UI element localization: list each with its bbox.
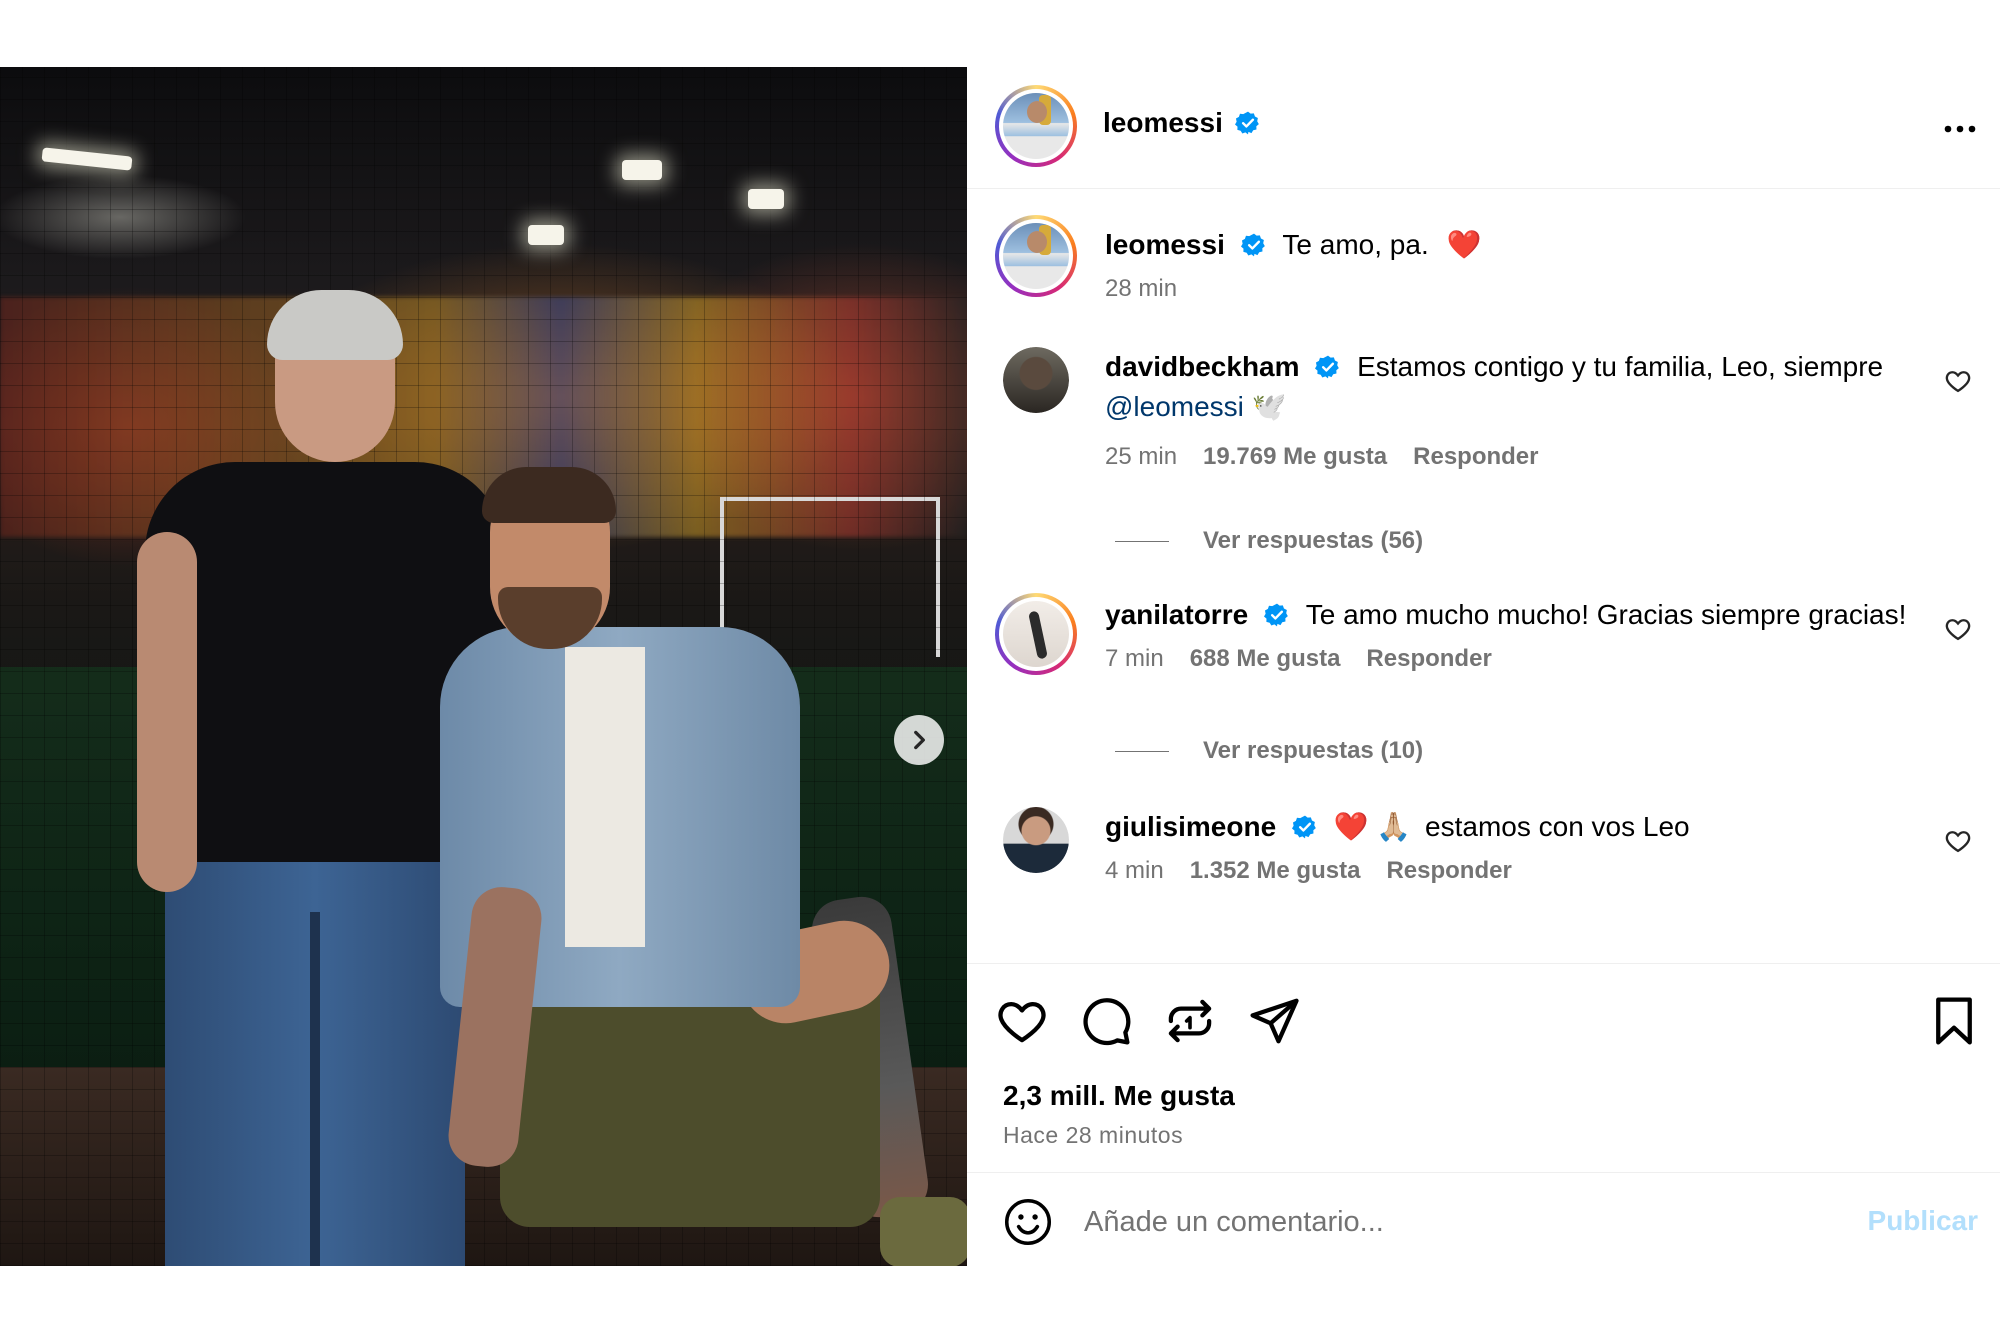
commenter-username[interactable]: giulisimeone <box>1105 811 1276 842</box>
reply-button[interactable]: Responder <box>1366 645 1491 673</box>
verified-badge-icon <box>1315 355 1340 379</box>
left-arm <box>137 532 197 892</box>
commenter-username[interactable]: yanilatorre <box>1105 599 1248 630</box>
like-comment-heart-icon[interactable] <box>1944 827 1972 855</box>
view-replies-label: Ver respuestas (56) <box>1203 527 1424 554</box>
replies-divider-line <box>1115 540 1169 542</box>
comment-bubble-icon[interactable] <box>1079 994 1133 1048</box>
heart-pray-emoji: ❤️ 🙏🏼 <box>1333 811 1412 842</box>
chevron-right-icon <box>914 730 925 750</box>
view-replies-label: Ver respuestas (10) <box>1203 737 1424 764</box>
replies-divider-line <box>1115 750 1169 752</box>
commenter-avatar[interactable] <box>1003 807 1069 873</box>
comment-composer: Publicar <box>967 1172 2000 1266</box>
author-avatar[interactable] <box>995 85 1077 167</box>
share-send-icon[interactable] <box>1247 994 1301 1048</box>
like-comment-heart-icon[interactable] <box>1944 367 1972 395</box>
author-username[interactable]: leomessi <box>1103 107 1223 138</box>
verified-badge-icon <box>1291 815 1316 839</box>
post-timestamp: Hace 28 minutos <box>1003 1122 1184 1148</box>
caption-author[interactable]: leomessi <box>1105 229 1225 260</box>
caption-author-avatar[interactable] <box>995 215 1077 297</box>
view-replies-button[interactable]: Ver respuestas (10) <box>1115 737 1423 765</box>
ceiling-lamp <box>748 189 784 209</box>
comment-time: 7 min <box>1105 645 1164 672</box>
post-side-panel: leomessi leomessi Te amo, pa. ❤️ 28 min … <box>967 67 2000 1266</box>
grey-hair <box>267 290 403 360</box>
reply-button[interactable]: Responder <box>1413 443 1538 471</box>
post-likes-count[interactable]: 2,3 mill. Me gusta <box>1003 1080 1235 1112</box>
jeans-leg-gap <box>310 912 320 1266</box>
ceiling-lamp <box>622 160 662 180</box>
verified-badge-icon <box>1235 111 1260 135</box>
comment-time: 4 min <box>1105 857 1164 884</box>
comment-likes[interactable]: 1.352 Me gusta <box>1190 857 1361 885</box>
verified-badge-icon <box>1263 603 1288 627</box>
bookmark-save-icon[interactable] <box>1927 994 1981 1048</box>
comment-input[interactable] <box>1084 1197 1844 1247</box>
avatar-image <box>1003 223 1069 289</box>
next-photo-button[interactable] <box>894 715 944 765</box>
caption-time: 28 min <box>1105 275 1178 302</box>
comment-likes[interactable]: 19.769 Me gusta <box>1203 443 1387 471</box>
comment-time: 25 min <box>1105 443 1178 470</box>
sneaker <box>880 1197 967 1266</box>
repost-icon[interactable] <box>1163 994 1217 1048</box>
dove-emoji: 🕊️ <box>1251 391 1287 422</box>
publish-button[interactable]: Publicar <box>1868 1205 1978 1237</box>
avatar-image <box>1003 93 1069 159</box>
comment-text: Estamos contigo y tu familia, Leo, siemp… <box>1357 351 1884 382</box>
ceiling-lamp <box>528 225 564 245</box>
emoji-smiley-icon[interactable] <box>1003 1197 1053 1247</box>
comment-text: Te amo mucho mucho! Gracias siempre grac… <box>1305 599 1907 630</box>
hair <box>482 467 616 523</box>
mention-link[interactable]: @leomessi <box>1105 391 1244 422</box>
commenter-avatar[interactable] <box>1003 347 1069 413</box>
avatar-image <box>1003 807 1069 873</box>
more-options-icon[interactable] <box>1942 111 1978 147</box>
view-replies-button[interactable]: Ver respuestas (56) <box>1115 527 1423 555</box>
comment-likes[interactable]: 688 Me gusta <box>1190 645 1341 673</box>
white-tee <box>565 647 645 947</box>
heart-emoji: ❤️ <box>1446 229 1482 260</box>
comment-text: estamos con vos Leo <box>1425 811 1690 842</box>
like-comment-heart-icon[interactable] <box>1944 615 1972 643</box>
commenter-username[interactable]: davidbeckham <box>1105 351 1300 382</box>
commenter-avatar[interactable] <box>995 593 1077 675</box>
post-header: leomessi <box>967 67 2000 189</box>
caption-text: Te amo, pa. <box>1282 229 1429 260</box>
like-heart-icon[interactable] <box>995 994 1049 1048</box>
reply-button[interactable]: Responder <box>1386 857 1511 885</box>
post-photo[interactable] <box>0 67 967 1266</box>
man-in-denim-jacket <box>440 467 967 1266</box>
verified-badge-icon <box>1240 233 1265 257</box>
avatar-image <box>1003 347 1069 413</box>
avatar-image <box>1003 601 1069 667</box>
